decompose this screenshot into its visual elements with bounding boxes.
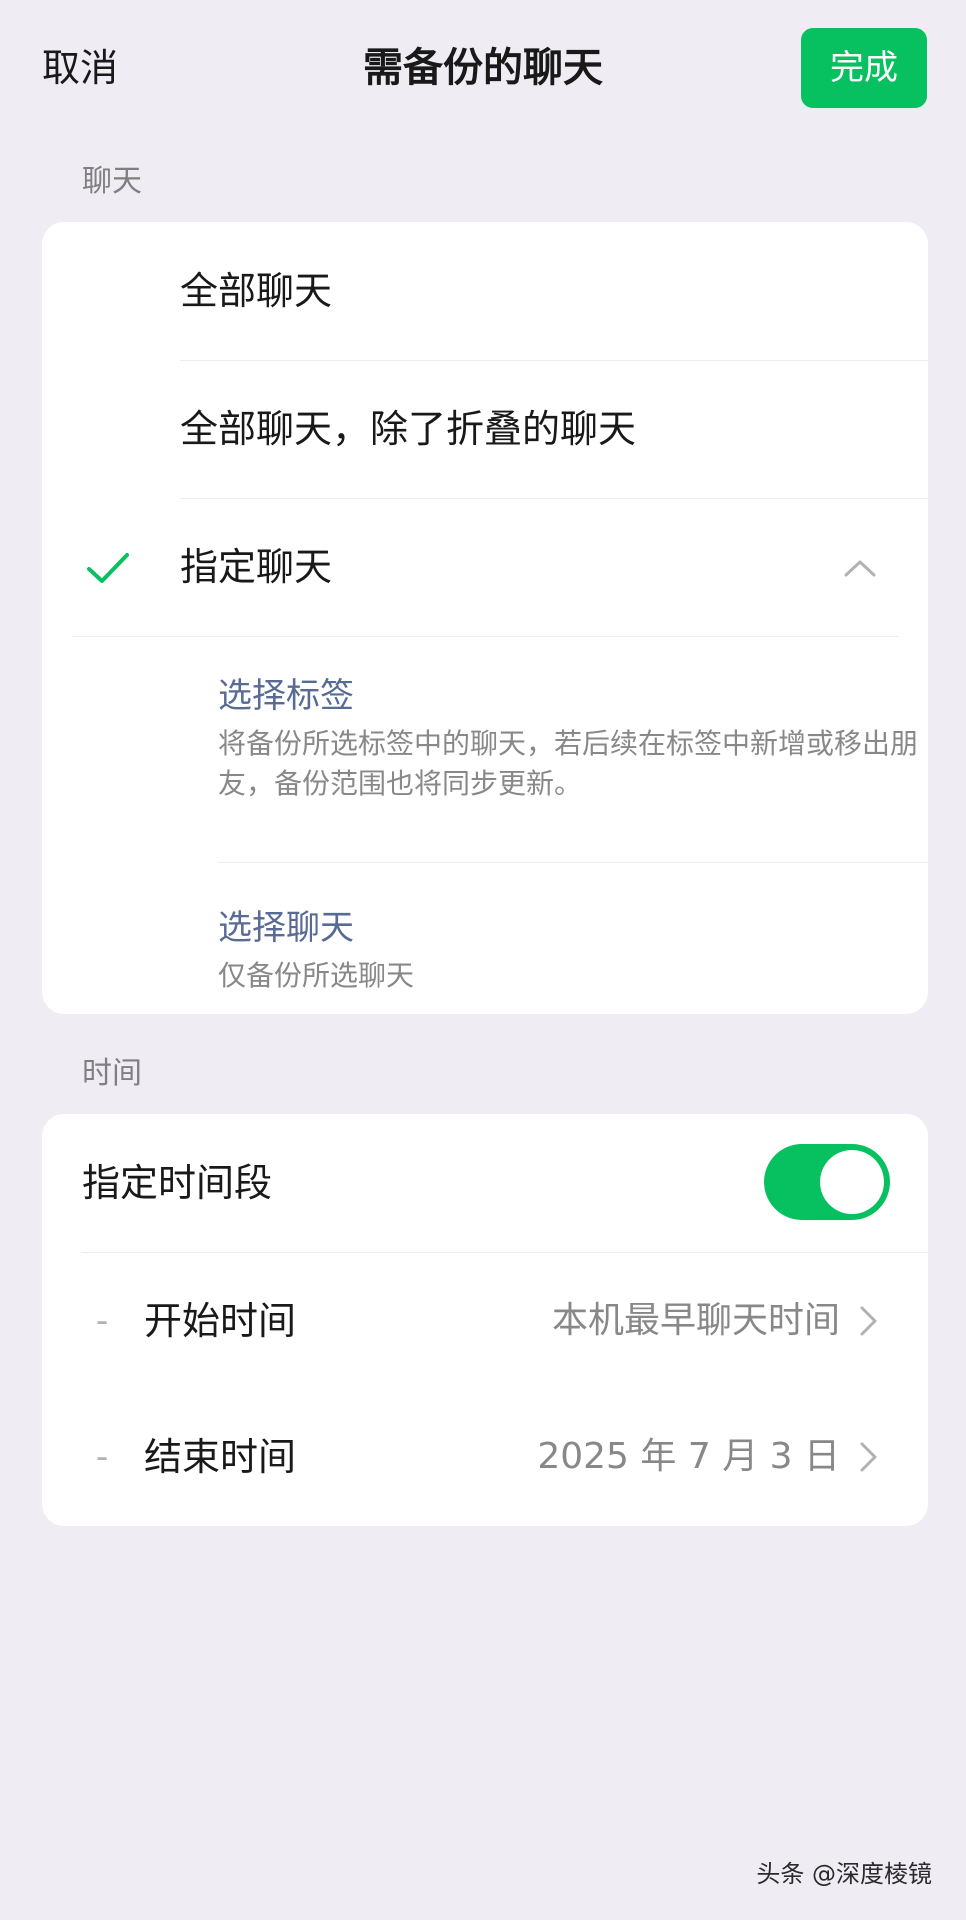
option-all-chats[interactable]: 全部聊天 <box>42 222 928 360</box>
chevron-right-icon <box>860 1442 877 1472</box>
start-time-label: 开始时间 <box>144 1299 297 1343</box>
chevron-right-icon <box>860 1306 877 1336</box>
end-time-label: 结束时间 <box>144 1435 297 1479</box>
dash-marker: - <box>96 1437 109 1477</box>
watermark: 头条 @深度棱镜 <box>756 1860 932 1888</box>
option-all-chats-label: 全部聊天 <box>180 269 333 313</box>
specify-time-range-label: 指定时间段 <box>82 1161 273 1205</box>
option-all-except-folded[interactable]: 全部聊天，除了折叠的聊天 <box>42 360 928 498</box>
option-specified-chats-label: 指定聊天 <box>180 545 333 589</box>
toggle-knob <box>820 1150 884 1214</box>
end-time-row[interactable]: - 结束时间 2025 年 7 月 3 日 <box>42 1388 928 1526</box>
option-all-except-folded-label: 全部聊天，除了折叠的聊天 <box>180 407 637 451</box>
done-button[interactable]: 完成 <box>801 28 927 108</box>
specify-time-range-row: 指定时间段 <box>42 1114 928 1252</box>
dash-marker: - <box>96 1301 109 1341</box>
chat-options-card: 全部聊天 全部聊天，除了折叠的聊天 指定聊天 选择标签 将备份所选标签中的聊天，… <box>42 222 928 1014</box>
option-specified-chats[interactable]: 指定聊天 <box>42 498 928 636</box>
select-chats-description: 仅备份所选聊天 <box>218 959 415 992</box>
start-time-row[interactable]: - 开始时间 本机最早聊天时间 <box>42 1252 928 1390</box>
select-tags-description: 将备份所选标签中的聊天，若后续在标签中新增或移出朋友，备份范围也将同步更新。 <box>218 727 919 800</box>
check-icon <box>87 553 129 583</box>
select-tags-title: 选择标签 <box>218 676 354 716</box>
time-options-card: 指定时间段 - 开始时间 本机最早聊天时间 - 结束时间 2025 年 7 月 … <box>42 1114 928 1526</box>
select-chats-title: 选择聊天 <box>218 908 354 948</box>
sub-option-select-tags[interactable]: 选择标签 将备份所选标签中的聊天，若后续在标签中新增或移出朋友，备份范围也将同步… <box>42 636 928 834</box>
chat-section-label: 聊天 <box>82 164 142 199</box>
nav-bar: 取消 需备份的聊天 完成 <box>0 0 966 136</box>
start-time-value: 本机最早聊天时间 <box>551 1300 840 1341</box>
time-section-label: 时间 <box>82 1056 142 1091</box>
sub-option-select-chats[interactable]: 选择聊天 仅备份所选聊天 <box>42 862 928 1014</box>
end-time-value: 2025 年 7 月 3 日 <box>537 1436 840 1477</box>
specify-time-range-toggle[interactable] <box>764 1144 890 1220</box>
chevron-up-icon[interactable] <box>842 550 878 586</box>
